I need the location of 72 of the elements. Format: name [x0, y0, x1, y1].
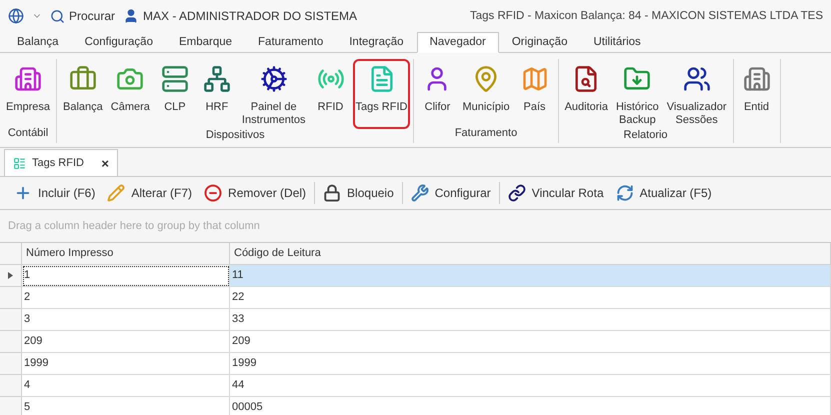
table-cell: 1 [22, 265, 230, 287]
table-cell: 3 [22, 309, 230, 331]
ribbon-tab[interactable]: Integração [336, 32, 417, 52]
ribbon-group-label: Faturamento [454, 127, 518, 141]
search-button[interactable]: Procurar [50, 8, 116, 24]
search-icon [50, 8, 65, 24]
link-icon [508, 184, 526, 202]
toolbar-button[interactable]: Atualizar (F5) [610, 179, 718, 207]
window-title: Tags RFID - Maxicon Balança: 84 - MAXICON SISTEMAS LTDA TES [470, 10, 823, 22]
ribbon-tab[interactable]: Embarque [166, 32, 246, 52]
building-icon [14, 65, 42, 93]
ribbon-button[interactable]: Painel de Instrumentos [238, 59, 309, 129]
ribbon-button[interactable]: Empresa [3, 59, 54, 127]
table-cell: 33 [230, 309, 831, 331]
row-indicator-icon [8, 272, 13, 279]
plus-icon [14, 184, 32, 202]
header-corner [0, 243, 22, 265]
minus-circle-icon [204, 184, 222, 202]
table-cell: 5 [22, 397, 230, 415]
toolbar-button[interactable]: Remover (Del) [198, 179, 312, 207]
group-panel: Drag a column header here to group by that column [0, 210, 831, 243]
rack-icon [160, 65, 189, 93]
ribbon-tab[interactable]: Utilitários [580, 32, 654, 52]
ribbon-button[interactable]: Clifor [417, 59, 458, 127]
hierarchy-icon [202, 65, 231, 93]
ribbon-button[interactable]: RFID [310, 59, 351, 129]
ribbon-button[interactable]: Entid [736, 59, 777, 127]
table-cell: 11 [230, 265, 831, 287]
ribbon-tab[interactable]: Faturamento [245, 32, 336, 52]
user-button[interactable]: MAX - ADMINISTRADOR DO SISTEMA [123, 8, 358, 24]
column-header[interactable]: Número Impresso [22, 243, 230, 265]
ribbon-tab[interactable]: Balança [4, 32, 72, 52]
toolbar-button[interactable]: Incluir (F6) [8, 179, 102, 207]
user-icon [123, 8, 140, 24]
table-cell: 22 [230, 287, 831, 309]
ribbon-button[interactable]: Município [459, 59, 513, 127]
ribbon-button[interactable]: Câmera [108, 59, 153, 129]
ribbon-button[interactable]: HRF [196, 59, 237, 129]
table-cell: 1999 [22, 353, 230, 375]
ribbon-button[interactable]: País [514, 59, 555, 127]
column-header[interactable]: Código de Leitura [230, 243, 831, 265]
ribbon-tab[interactable]: Originação [498, 32, 580, 52]
ribbon-tab[interactable]: Configuração [72, 32, 166, 52]
users-icon [682, 65, 711, 93]
pencil-icon [107, 184, 126, 202]
toolbar-button[interactable]: Vincular Rota [502, 179, 610, 207]
table-cell: 44 [230, 375, 831, 397]
toolbar-button[interactable]: Bloqueio [317, 179, 400, 207]
row-indicator[interactable] [0, 265, 22, 287]
toolbar-button[interactable]: Alterar (F7) [101, 179, 198, 207]
ribbon-button[interactable]: Balança [60, 59, 106, 129]
ribbon-group-label: Contábil [6, 127, 50, 141]
document-tab[interactable]: Tags RFID × [4, 149, 118, 176]
ribbon-button[interactable]: Visualizador Sessões [664, 59, 730, 129]
close-button[interactable]: × [101, 156, 109, 170]
table-cell: 209 [230, 331, 831, 353]
table-cell: 2 [22, 287, 230, 309]
building-icon [742, 65, 771, 93]
ribbon-button[interactable]: CLP [154, 59, 195, 129]
refresh-icon [616, 184, 634, 202]
ribbon-button[interactable]: Auditoria [562, 59, 611, 129]
ribbon-tab[interactable]: Navegador [416, 32, 499, 53]
globe-icon [8, 8, 24, 24]
ribbon-button[interactable]: Histórico Backup [612, 59, 662, 129]
ribbon-button[interactable]: Tags RFID [352, 59, 410, 129]
table-cell: 00005 [230, 397, 831, 415]
ribbon-group-label: Relatorio [622, 129, 669, 143]
table-cell: 209 [22, 331, 230, 353]
table-cell: 1999 [230, 353, 831, 375]
ribbon-group-label: Dispositivos [204, 129, 266, 143]
toolbar-button[interactable]: Configurar [404, 179, 497, 207]
table-cell: 4 [22, 375, 230, 397]
